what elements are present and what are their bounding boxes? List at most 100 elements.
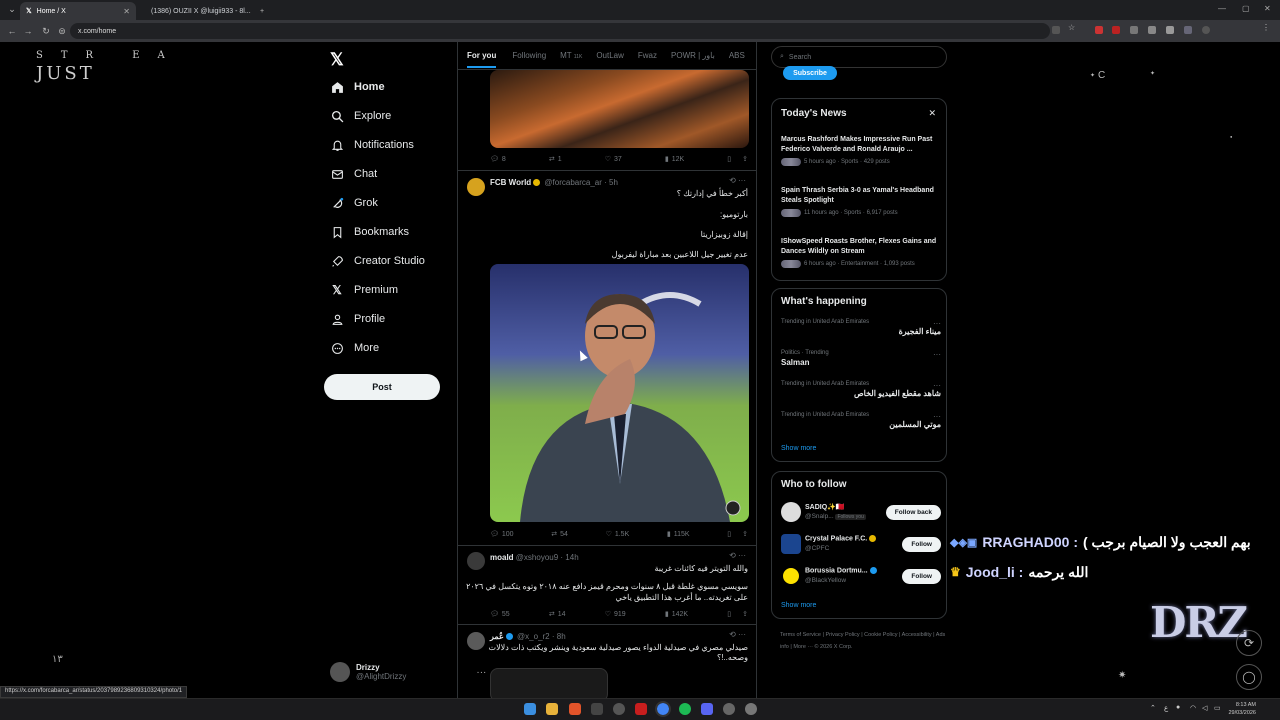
app-icon[interactable] — [613, 703, 625, 715]
tweet-time[interactable]: 8h — [557, 632, 566, 641]
more-dots-icon[interactable]: ··· — [933, 319, 941, 328]
sidebar-item-notifications[interactable]: Notifications — [330, 134, 414, 156]
extension-icon[interactable] — [1166, 26, 1174, 34]
sidebar-item-bookmarks[interactable]: Bookmarks — [330, 221, 409, 243]
sidebar-item-more[interactable]: More — [330, 337, 379, 359]
app-icon[interactable] — [591, 703, 603, 715]
sidebar-item-chat[interactable]: Chat — [330, 163, 377, 185]
share-icon[interactable]: ⇪ — [742, 610, 748, 618]
grok-icon[interactable]: ⟲ ··· — [729, 630, 746, 639]
share-icon[interactable]: ⇪ — [742, 530, 748, 538]
extension-icon[interactable] — [1184, 26, 1192, 34]
trend-item[interactable]: Trending in United Arab Emirates ميناء ا… — [781, 319, 941, 336]
more-dots-icon[interactable]: ··· — [738, 630, 746, 639]
app-icon[interactable] — [723, 703, 735, 715]
extension-icon[interactable] — [1095, 26, 1103, 34]
reply-button[interactable]: 💬︎ 55 — [490, 610, 510, 619]
follow-back-button[interactable]: Follow back — [885, 505, 941, 520]
mic-icon[interactable]: ● — [1176, 704, 1180, 711]
wifi-icon[interactable]: ◠ — [1190, 704, 1196, 712]
bookmark-button[interactable]: ▯ ⇪ — [727, 610, 748, 618]
x-logo-icon[interactable]: 𝕏 — [330, 50, 344, 70]
tab-powr[interactable]: POWR | باور — [671, 51, 715, 60]
sidebar-item-grok[interactable]: Grok — [330, 192, 378, 214]
follow-button[interactable]: Follow — [902, 537, 941, 552]
tab-home[interactable]: 𝕏 Home / X ✕ — [20, 2, 136, 20]
tray-chevron-icon[interactable]: ⌃ — [1150, 704, 1156, 712]
clock[interactable]: 8:13 AM 29/03/2026 — [1228, 701, 1256, 717]
refresh-circle-icon[interactable]: ⟳ — [1236, 630, 1262, 656]
forward-icon[interactable]: → — [20, 26, 36, 36]
grok-icon[interactable]: ⟲ ··· — [729, 176, 746, 185]
more-dots-icon[interactable]: ··· — [933, 381, 941, 390]
tweet-author-name[interactable]: FCB World — [490, 178, 531, 187]
show-more-link[interactable]: Show more — [781, 602, 816, 609]
tab-mt[interactable]: MT 11K — [560, 51, 582, 60]
sidebar-item-creator-studio[interactable]: Creator Studio — [330, 250, 425, 272]
footer-links[interactable]: Terms of Service | Privacy Policy | Cook… — [780, 629, 950, 653]
sidebar-item-home[interactable]: Home — [330, 76, 385, 98]
more-dots-icon[interactable]: ··· — [738, 176, 746, 185]
menu-icon[interactable]: ⋮ — [1262, 23, 1270, 32]
tweet-author-name[interactable]: moald — [490, 553, 514, 562]
views-button[interactable]: ▮ 142K — [665, 610, 688, 619]
post-button[interactable]: Post — [324, 374, 440, 400]
extension-icon[interactable] — [1130, 26, 1138, 34]
obs-icon[interactable] — [745, 703, 757, 715]
tab-fwaz[interactable]: Fwaz — [638, 51, 657, 60]
search-input[interactable]: ⌕ Search — [771, 46, 947, 68]
bookmark-button[interactable]: ▯ ⇪ — [727, 530, 748, 538]
tab-outlaw[interactable]: OutLaw — [596, 51, 624, 60]
follow-suggestion[interactable]: Borussia Dortmu... @BlackYellow Follow — [781, 566, 941, 588]
show-more-link[interactable]: Show more — [781, 445, 816, 452]
tweet-time[interactable]: 5h — [609, 178, 618, 187]
repost-button[interactable]: ⇄ 14 — [549, 610, 566, 619]
reply-button[interactable]: 💬︎ 100 — [490, 530, 514, 539]
maximize-icon[interactable]: ▢ — [1242, 4, 1250, 13]
close-icon[interactable]: ✕ — [928, 108, 936, 119]
tweet-image[interactable] — [490, 70, 749, 148]
tweet-author-handle[interactable]: @xshoyou9 — [516, 553, 558, 562]
site-info-icon[interactable]: ⊜ — [54, 26, 70, 37]
tweet-image[interactable] — [490, 668, 608, 698]
like-button[interactable]: ♡ 37 — [605, 155, 622, 164]
more-dots-icon[interactable]: ··· — [933, 350, 941, 359]
like-button[interactable]: ♡ 1.5K — [606, 530, 630, 539]
app-icon[interactable] — [635, 703, 647, 715]
battery-icon[interactable]: ▭ — [1214, 704, 1221, 712]
share-icon[interactable]: ⇪ — [742, 155, 748, 163]
subscribe-button[interactable]: Subscribe — [783, 66, 837, 80]
reply-button[interactable]: 💬︎ 8 — [490, 155, 506, 164]
tab-following[interactable]: Following — [512, 51, 546, 60]
like-button[interactable]: ♡ 919 — [605, 610, 626, 619]
bookmark-button[interactable]: ▯ ⇪ — [727, 155, 748, 163]
tab-youtube[interactable]: (1386) OUZII X @luigii933 - 8l... ✕ — [140, 2, 256, 20]
tweet-author-handle[interactable]: @x_o_r2 — [517, 632, 550, 641]
news-item[interactable]: Marcus Rashford Makes Impressive Run Pas… — [781, 135, 941, 166]
cast-icon[interactable] — [1052, 26, 1060, 34]
sidebar-item-explore[interactable]: Explore — [330, 105, 391, 127]
reload-icon[interactable]: ↻ — [38, 26, 54, 37]
trend-item[interactable]: Politics · Trending Salman ··· — [781, 350, 941, 367]
extension-icon[interactable] — [1112, 26, 1120, 34]
brave-icon[interactable] — [569, 703, 581, 715]
repost-button[interactable]: ⇄ 54 — [551, 530, 568, 539]
tweet-image[interactable] — [490, 264, 749, 522]
address-bar[interactable]: x.com/home — [70, 23, 1050, 39]
tweet-author-name[interactable]: عُمر — [490, 632, 504, 641]
avatar[interactable] — [467, 552, 485, 570]
window-close-icon[interactable]: ✕ — [1264, 4, 1271, 13]
keyboard-lang[interactable]: ع — [1164, 704, 1168, 712]
chat-bubble-icon[interactable]: ◯ — [1236, 664, 1262, 690]
profile-icon[interactable] — [1202, 26, 1210, 34]
more-dots-icon[interactable]: ··· — [933, 412, 941, 421]
tab-abs[interactable]: ABS — [729, 51, 745, 60]
avatar[interactable] — [467, 632, 485, 650]
news-item[interactable]: IShowSpeed Roasts Brother, Flexes Gains … — [781, 237, 941, 268]
repost-button[interactable]: ⇄ 1 — [549, 155, 562, 164]
star-icon[interactable]: ☆ — [1068, 23, 1076, 32]
grok-icon[interactable]: ⟲ ··· — [729, 551, 746, 560]
new-tab-button[interactable]: + — [258, 2, 272, 20]
sidebar-item-profile[interactable]: Profile — [330, 308, 385, 330]
discord-icon[interactable] — [701, 703, 713, 715]
